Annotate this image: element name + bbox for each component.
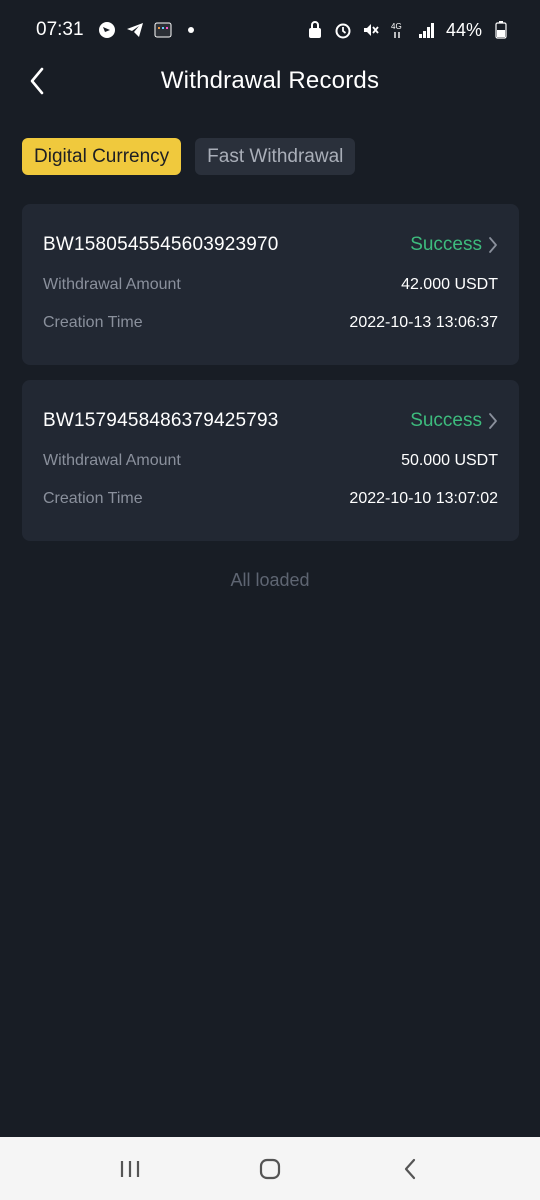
amount-row: Withdrawal Amount 42.000 USDT <box>43 276 498 294</box>
tab-bar: Digital Currency Fast Withdrawal <box>22 138 356 175</box>
status-time: 07:31 <box>36 19 84 40</box>
grid-app-icon <box>154 21 172 39</box>
status-text: Success <box>410 234 482 255</box>
record-status-link[interactable]: Success <box>410 234 498 256</box>
lock-app-icon <box>306 21 324 39</box>
recent-apps-icon <box>120 1160 140 1177</box>
status-bar: 07:31 4G 44% <box>0 0 540 60</box>
creation-time-value: 2022-10-10 13:07:02 <box>349 490 498 507</box>
system-back-button[interactable] <box>390 1149 430 1189</box>
chevron-left-icon <box>30 67 44 95</box>
signal-icon <box>418 21 436 39</box>
home-button[interactable] <box>250 1149 290 1189</box>
status-bar-left: 07:31 <box>36 19 200 41</box>
screen: 07:31 4G 44% Withdrawal Records Digital … <box>0 0 540 1200</box>
network-4g-icon: 4G <box>390 21 408 39</box>
amount-label: Withdrawal Amount <box>43 276 181 293</box>
record-header-row: BW1579458486379425793 Success <box>43 410 498 432</box>
list-end-text: All loaded <box>230 570 310 590</box>
battery-icon <box>492 21 510 39</box>
battery-percentage: 44% <box>445 19 482 40</box>
creation-time-row: Creation Time 2022-10-10 13:07:02 <box>43 490 498 508</box>
amount-row: Withdrawal Amount 50.000 USDT <box>43 452 498 470</box>
telegram-icon <box>126 21 144 39</box>
back-button[interactable] <box>22 64 52 98</box>
record-status-link[interactable]: Success <box>410 410 498 432</box>
app-notification-icon <box>98 21 116 39</box>
status-bar-right: 4G 44% <box>306 20 510 41</box>
back-arrow-icon <box>404 1158 416 1179</box>
withdrawal-record-card[interactable]: BW1579458486379425793 Success Withdrawal… <box>22 380 519 541</box>
page-title: Withdrawal Records <box>160 67 380 94</box>
chevron-right-icon <box>489 237 497 253</box>
creation-time-label: Creation Time <box>43 314 143 331</box>
withdrawal-record-card[interactable]: BW1580545545603923970 Success Withdrawal… <box>22 204 519 365</box>
home-icon <box>259 1158 281 1179</box>
amount-label: Withdrawal Amount <box>43 452 181 469</box>
creation-time-row: Creation Time 2022-10-13 13:06:37 <box>43 314 498 332</box>
mute-icon <box>362 21 380 39</box>
chevron-right-icon <box>489 413 497 429</box>
recent-apps-button[interactable] <box>110 1149 150 1189</box>
tab-digital-currency[interactable]: Digital Currency <box>22 138 182 175</box>
amount-value: 42.000 USDT <box>401 276 498 293</box>
header: Withdrawal Records <box>0 60 540 102</box>
order-id: BW1580545545603923970 <box>43 234 279 255</box>
svg-text:4G: 4G <box>391 22 402 31</box>
more-notifications-dot-icon <box>182 21 200 39</box>
order-id: BW1579458486379425793 <box>43 410 279 431</box>
system-navigation-bar <box>0 1137 540 1200</box>
amount-value: 50.000 USDT <box>401 452 498 469</box>
alarm-icon <box>334 21 352 39</box>
tab-fast-withdrawal[interactable]: Fast Withdrawal <box>195 138 356 175</box>
creation-time-label: Creation Time <box>43 490 143 507</box>
status-text: Success <box>410 410 482 431</box>
creation-time-value: 2022-10-13 13:06:37 <box>349 314 498 331</box>
record-header-row: BW1580545545603923970 Success <box>43 234 498 256</box>
